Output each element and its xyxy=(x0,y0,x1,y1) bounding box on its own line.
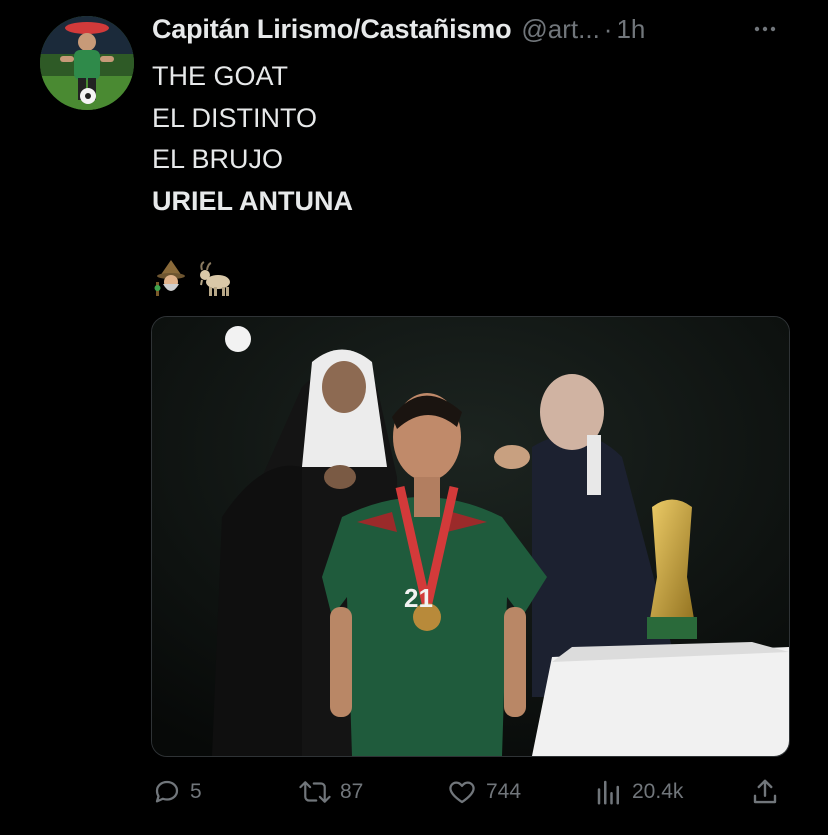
tweet-line-4: URIEL ANTUNA xyxy=(152,185,353,216)
svg-text:21: 21 xyxy=(404,583,433,613)
reply-button[interactable]: 5 xyxy=(152,772,202,812)
tweet-line-1: THE GOAT xyxy=(152,61,289,91)
views-button[interactable]: 20.4k xyxy=(594,772,683,812)
goat-emoji xyxy=(200,261,230,296)
timestamp[interactable]: 1h xyxy=(616,14,645,45)
avatar-image xyxy=(40,16,134,110)
tweet-actions: 5 87 744 20.4k xyxy=(150,772,790,812)
media-photo: 21 xyxy=(152,317,789,756)
handle[interactable]: @art... xyxy=(521,14,599,45)
separator: · xyxy=(603,13,613,44)
share-icon xyxy=(753,779,777,804)
reply-icon xyxy=(155,780,179,803)
tweet-media[interactable]: 21 xyxy=(151,316,790,757)
like-button[interactable]: 744 xyxy=(446,772,521,812)
avatar[interactable] xyxy=(40,16,134,110)
views-count: 20.4k xyxy=(632,780,684,803)
tweet-header: Capitán Lirismo/Castañismo @art... · 1h xyxy=(152,12,788,46)
retweet-button[interactable]: 87 xyxy=(298,772,363,812)
heart-icon xyxy=(449,781,475,804)
mage-emoji xyxy=(154,260,185,296)
more-options-icon[interactable] xyxy=(750,14,780,44)
tweet-line-2: EL DISTINTO xyxy=(152,102,318,133)
reply-count: 5 xyxy=(190,780,202,803)
tweet-text: THE GOAT EL DISTINTO EL BRUJO URIEL ANTU… xyxy=(152,56,353,222)
views-chart-icon xyxy=(597,780,619,805)
emoji-row xyxy=(154,258,236,298)
share-button[interactable] xyxy=(750,772,780,812)
retweet-count: 87 xyxy=(340,780,364,803)
tweet-line-3: EL BRUJO xyxy=(152,144,284,174)
display-name[interactable]: Capitán Lirismo/Castañismo xyxy=(152,14,512,45)
like-count: 744 xyxy=(486,780,522,803)
retweet-icon xyxy=(299,781,331,803)
